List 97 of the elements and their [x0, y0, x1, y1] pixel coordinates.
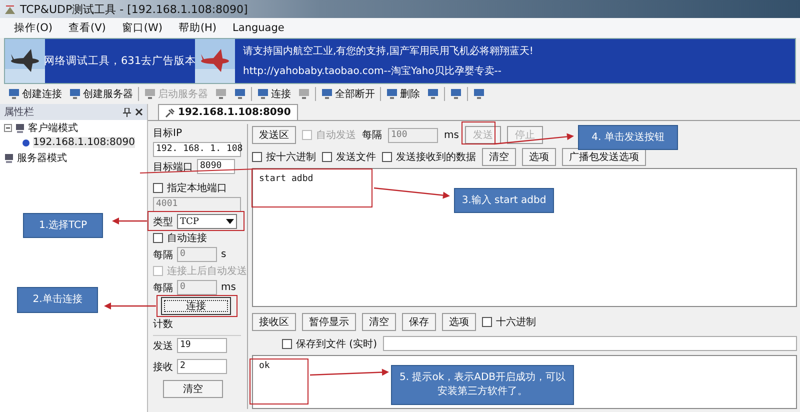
checkbox[interactable] [252, 152, 262, 162]
app-icon [4, 3, 16, 15]
checkbox-label: 十六进制 [496, 316, 536, 329]
field-label: 每隔 [153, 282, 173, 294]
menu-item[interactable]: Language [232, 22, 284, 34]
receive-button[interactable]: 选项 [442, 312, 476, 331]
leader-arrow [104, 302, 156, 310]
computer-icon [69, 88, 81, 100]
checkbox[interactable] [153, 183, 163, 193]
area-button[interactable]: 接收区 [252, 312, 296, 331]
connection-dot-icon [22, 138, 30, 146]
computer-icon [427, 88, 439, 100]
banner-text: 网络调试工具，631去广告版本 [45, 54, 195, 69]
callout: 3.输入 start adbd [454, 188, 554, 213]
callout: 5. 提示ok，表示ADB开启成功，可以安装第三方软件了。 [391, 365, 574, 405]
computer-icon [4, 152, 14, 162]
computer-icon [8, 88, 20, 100]
plug-icon [165, 108, 175, 118]
toolbar-button[interactable]: 连接 [255, 85, 293, 103]
connect-button[interactable]: 连接 [161, 297, 231, 315]
callout: 2.单击连接 [17, 287, 98, 313]
checkbox[interactable] [382, 152, 392, 162]
computer-icon [215, 88, 227, 100]
computer-icon [386, 88, 398, 100]
checkbox[interactable] [322, 152, 332, 162]
field-label: 每隔 [362, 129, 382, 142]
option-button[interactable]: 清空 [482, 148, 516, 166]
banner-text: 请支持国内航空工业,有您的支持,国产军用民用飞机必将翱翔蓝天! [243, 44, 534, 58]
tree-item[interactable]: 客户端模式 [28, 120, 78, 134]
computer-icon [321, 88, 333, 100]
highlight-frame [462, 122, 496, 144]
tree-item[interactable]: 服务器模式 [17, 150, 67, 164]
checkbox[interactable] [482, 316, 492, 327]
field-label: 接收 [153, 360, 173, 374]
unit-label: s [221, 249, 226, 260]
menu-item[interactable]: 操作(O) [14, 21, 52, 35]
receive-button[interactable]: 清空 [362, 312, 396, 331]
port-field[interactable]: 8090 [197, 159, 235, 174]
checkbox-label: 自动连接 [167, 232, 207, 245]
checkbox-label: 连接上后自动发送 [167, 264, 247, 278]
menu-item[interactable]: 查看(V) [68, 21, 106, 35]
area-button[interactable]: 发送区 [252, 126, 296, 144]
menu-item[interactable]: 窗口(W) [122, 21, 162, 35]
panel-title: 属性栏 [4, 106, 35, 119]
type-dropdown[interactable]: TCP [177, 214, 237, 229]
option-button[interactable]: 选项 [522, 148, 556, 166]
caret-icon [226, 219, 234, 224]
connection-tab[interactable]: 192.168.1.108:8090 [158, 104, 298, 120]
computer-icon [298, 88, 310, 100]
highlight-frame [250, 358, 308, 404]
pin-icon[interactable] [123, 108, 131, 116]
clear-button[interactable]: 清空 [163, 380, 223, 398]
expander-icon[interactable] [4, 124, 12, 132]
computer-icon [15, 122, 25, 132]
ip-field[interactable]: 192. 168. 1. 108 [153, 142, 241, 157]
checkbox-label: 发送文件 [336, 150, 376, 164]
group-label: 计数 [153, 318, 174, 331]
receive-button[interactable]: 保存 [402, 312, 436, 331]
tree-item[interactable]: 192.168.1.108:8090 [33, 137, 135, 148]
field-label: 发送 [153, 340, 173, 352]
count-field: 2 [177, 359, 227, 374]
checkbox-label: 保存到文件 (实时) [296, 338, 377, 351]
unit-label: ms [221, 282, 236, 293]
toolbar-button[interactable]: 全部断开 [319, 85, 377, 103]
toolbar-button[interactable]: 创建服务器 [67, 85, 135, 103]
field-label: 类型 [153, 216, 173, 228]
window-title: TCP&UDP测试工具 - [192.168.1.108:8090] [20, 2, 248, 16]
callout: 4. 单击发送按钮 [578, 125, 678, 150]
computer-icon [234, 88, 246, 100]
toolbar-button[interactable]: 创建连接 [6, 85, 64, 103]
file-path-field[interactable] [382, 336, 797, 352]
computer-icon [450, 88, 462, 100]
field-label: 目标端口 [153, 160, 193, 174]
checkbox-label: 指定本地端口 [167, 182, 227, 195]
menu-item[interactable]: 帮助(H) [178, 21, 217, 35]
field-label: 目标IP [153, 126, 183, 140]
local-port-field[interactable]: 4001 [153, 197, 241, 212]
field-label: 每隔 [153, 248, 173, 262]
checkbox[interactable] [282, 338, 292, 349]
checkbox-label: 按十六进制 [266, 150, 316, 164]
checkbox[interactable] [153, 233, 163, 243]
interval-field[interactable]: 100 [388, 128, 438, 142]
leader-arrow [112, 218, 147, 224]
unit-label: ms [444, 130, 459, 140]
computer-icon [257, 88, 269, 100]
option-button[interactable]: 广播包发送选项 [562, 148, 646, 166]
receive-button[interactable]: 暂停显示 [302, 312, 356, 331]
toolbar-button[interactable]: 删除 [384, 85, 422, 103]
checkbox-label: 自动发送 [316, 129, 356, 142]
interval-field[interactable]: 0 [177, 247, 217, 262]
count-field: 19 [177, 338, 227, 353]
checkbox-label: 发送接收到的数据 [396, 150, 476, 164]
computer-icon [144, 88, 156, 100]
banner-text: http://yahobaby.taobao.com--淘宝Yaho贝比孕婴专卖-- [243, 64, 503, 78]
callout: 1.选择TCP [23, 213, 103, 238]
computer-icon [473, 88, 485, 100]
close-icon[interactable] [135, 108, 143, 116]
